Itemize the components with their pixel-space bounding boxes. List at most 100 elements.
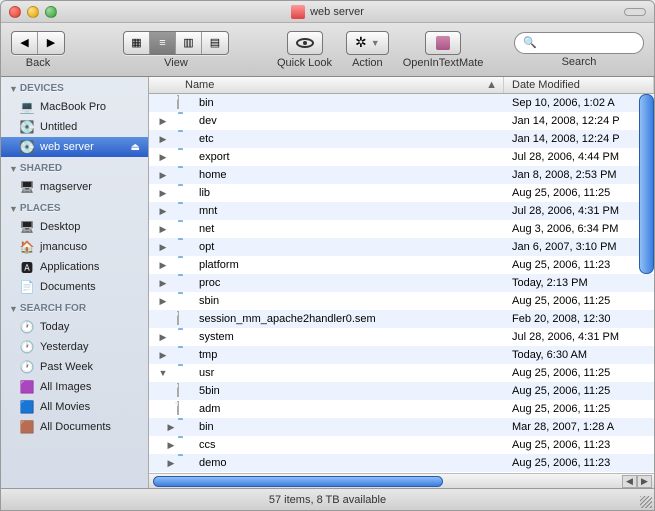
action-button[interactable]: ✲▼: [346, 31, 389, 55]
sidebar-item-magserver[interactable]: 🖥magserver: [1, 177, 148, 197]
file-row[interactable]: ▶sbinAug 25, 2006, 11:25: [149, 292, 654, 310]
scroll-left-button[interactable]: ◀: [622, 475, 637, 488]
file-row[interactable]: admAug 25, 2006, 11:25: [149, 400, 654, 418]
eject-icon[interactable]: ⏏: [131, 142, 140, 153]
file-list[interactable]: binSep 10, 2006, 1:02 A▶devJan 14, 2008,…: [149, 94, 654, 473]
forward-button[interactable]: ▶: [38, 32, 64, 54]
file-row[interactable]: ▶exportJul 28, 2006, 4:44 PM: [149, 148, 654, 166]
scrollbar-thumb[interactable]: [153, 476, 443, 487]
disclosure-triangle-icon: ▼: [9, 204, 18, 214]
disclosure-triangle-icon[interactable]: ▶: [149, 242, 177, 253]
disclosure-triangle-icon[interactable]: ▶: [149, 170, 177, 181]
disclosure-triangle-icon[interactable]: ▶: [149, 260, 177, 271]
sidebar-section-header[interactable]: ▼ DEVICES: [1, 77, 148, 97]
resize-handle[interactable]: [640, 496, 652, 508]
disclosure-triangle-icon[interactable]: ▼: [149, 368, 177, 378]
name-column-header[interactable]: Name▲: [177, 77, 504, 93]
file-row[interactable]: ▶libAug 25, 2006, 11:25: [149, 184, 654, 202]
file-name: session_mm_apache2handler0.sem: [197, 313, 504, 325]
close-button[interactable]: [9, 6, 21, 18]
back-button[interactable]: ◀: [12, 32, 38, 54]
disclosure-triangle-icon[interactable]: ▶: [149, 422, 177, 433]
sidebar-item-applications[interactable]: 🅰Applications: [1, 257, 148, 277]
sidebar-item-untitled[interactable]: 💽Untitled: [1, 117, 148, 137]
sidebar-item-all-documents[interactable]: 🟫All Documents: [1, 417, 148, 437]
disclosure-triangle-icon[interactable]: ▶: [149, 116, 177, 127]
date-column-header[interactable]: Date Modified: [504, 77, 654, 93]
disclosure-triangle-icon[interactable]: ▶: [149, 206, 177, 217]
minimize-button[interactable]: [27, 6, 39, 18]
disclosure-triangle-icon[interactable]: ▶: [149, 278, 177, 289]
file-row[interactable]: ▶systemJul 28, 2006, 4:31 PM: [149, 328, 654, 346]
disclosure-triangle-icon[interactable]: ▶: [149, 224, 177, 235]
file-row[interactable]: ▶optJan 6, 2007, 3:10 PM: [149, 238, 654, 256]
sidebar-item-all-images[interactable]: 🟪All Images: [1, 377, 148, 397]
search-field[interactable]: 🔍: [514, 32, 644, 54]
quicklook-button[interactable]: [287, 31, 323, 55]
column-headers: Name▲ Date Modified: [149, 77, 654, 94]
scroll-right-button[interactable]: ▶: [637, 475, 652, 488]
file-date: Jan 14, 2008, 12:24 P: [504, 115, 654, 127]
file-row[interactable]: ▶tmpToday, 6:30 AM: [149, 346, 654, 364]
textmate-button[interactable]: [425, 31, 461, 55]
disclosure-triangle-icon[interactable]: ▶: [149, 134, 177, 145]
file-name: bin: [197, 421, 504, 433]
file-row[interactable]: ▶procToday, 2:13 PM: [149, 274, 654, 292]
file-row[interactable]: binSep 10, 2006, 1:02 A: [149, 94, 654, 112]
icon-view-button[interactable]: ▦: [124, 32, 150, 54]
sidebar-item-today[interactable]: 🕐Today: [1, 317, 148, 337]
toolbar: ◀ ▶ Back ▦ ≡ ▥ ▤ View Quick Look ✲▼ Acti…: [1, 23, 654, 77]
disclosure-triangle-icon[interactable]: ▶: [149, 188, 177, 199]
toolbar-toggle-button[interactable]: [624, 8, 646, 16]
zoom-button[interactable]: [45, 6, 57, 18]
file-date: Jul 28, 2006, 4:31 PM: [504, 331, 654, 343]
sidebar-item-label: jmancuso: [40, 241, 87, 253]
disclosure-triangle-icon[interactable]: ▶: [149, 152, 177, 163]
column-view-button[interactable]: ▥: [176, 32, 202, 54]
file-row[interactable]: ▶homeJan 8, 2008, 2:53 PM: [149, 166, 654, 184]
disclosure-triangle-icon[interactable]: ▶: [149, 332, 177, 343]
sidebar-item-yesterday[interactable]: 🕐Yesterday: [1, 337, 148, 357]
file-name: home: [197, 169, 504, 181]
sidebar-section-header[interactable]: ▼ SHARED: [1, 157, 148, 177]
file-date: Aug 25, 2006, 11:25: [504, 367, 654, 379]
search-label: Search: [562, 56, 597, 68]
file-name: export: [197, 151, 504, 163]
file-row[interactable]: ▶demoAug 25, 2006, 11:23: [149, 454, 654, 472]
sidebar-section-header[interactable]: ▼ PLACES: [1, 197, 148, 217]
disclosure-triangle-icon[interactable]: ▶: [149, 440, 177, 451]
file-row[interactable]: ▶ccsAug 25, 2006, 11:23: [149, 436, 654, 454]
sidebar-item-documents[interactable]: 📄Documents: [1, 277, 148, 297]
sidebar-item-macbook-pro[interactable]: 💻MacBook Pro: [1, 97, 148, 117]
sidebar-item-desktop[interactable]: 🖥Desktop: [1, 217, 148, 237]
file-row[interactable]: ▶etcJan 14, 2008, 12:24 P: [149, 130, 654, 148]
file-row[interactable]: ▶platformAug 25, 2006, 11:23: [149, 256, 654, 274]
file-row[interactable]: ▶mntJul 28, 2006, 4:31 PM: [149, 202, 654, 220]
file-row[interactable]: ▶ binMar 28, 2007, 1:28 A: [149, 418, 654, 436]
disclosure-triangle-icon[interactable]: ▶: [149, 296, 177, 307]
sidebar-section-header[interactable]: ▼ SEARCH FOR: [1, 297, 148, 317]
file-name: adm: [197, 403, 504, 415]
netdisk-icon: 💽: [19, 139, 35, 155]
sidebar-item-past-week[interactable]: 🕐Past Week: [1, 357, 148, 377]
sidebar-item-web-server[interactable]: 💽web server⏏: [1, 137, 148, 157]
file-row[interactable]: 5binAug 25, 2006, 11:25: [149, 382, 654, 400]
vertical-scrollbar[interactable]: [639, 94, 654, 274]
clock-icon: 🕐: [19, 319, 35, 335]
disclosure-triangle-icon[interactable]: ▶: [149, 458, 177, 469]
file-row[interactable]: ▶netAug 3, 2006, 6:34 PM: [149, 220, 654, 238]
horizontal-scrollbar[interactable]: ◀ ▶: [149, 473, 654, 488]
disclosure-triangle-icon[interactable]: ▶: [149, 350, 177, 361]
titlebar[interactable]: web server: [1, 1, 654, 23]
search-input[interactable]: [541, 37, 635, 49]
list-view-button[interactable]: ≡: [150, 32, 176, 54]
sidebar-item-jmancuso[interactable]: 🏠jmancuso: [1, 237, 148, 257]
file-date: Mar 28, 2007, 1:28 A: [504, 421, 654, 433]
file-row[interactable]: ▶devJan 14, 2008, 12:24 P: [149, 112, 654, 130]
coverflow-view-button[interactable]: ▤: [202, 32, 228, 54]
file-row[interactable]: ▼usrAug 25, 2006, 11:25: [149, 364, 654, 382]
sidebar: ▼ DEVICES💻MacBook Pro💽Untitled💽web serve…: [1, 77, 149, 488]
file-name: opt: [197, 241, 504, 253]
file-row[interactable]: session_mm_apache2handler0.semFeb 20, 20…: [149, 310, 654, 328]
sidebar-item-all-movies[interactable]: 🟦All Movies: [1, 397, 148, 417]
